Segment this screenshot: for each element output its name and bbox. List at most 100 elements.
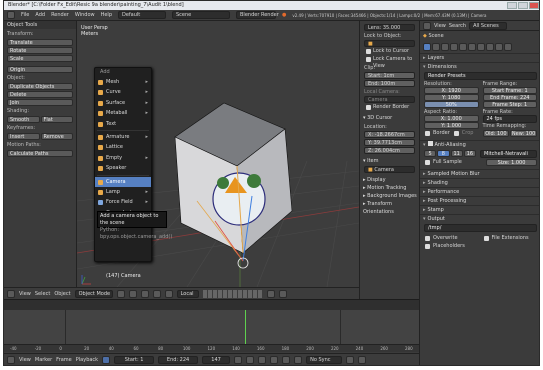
border-checkbox[interactable]: Border	[424, 130, 450, 137]
lock-camera-to-view-checkbox[interactable]: Lock Camera to View	[364, 56, 415, 69]
texture-tab-icon[interactable]	[495, 43, 503, 51]
translate-button[interactable]: Translate	[7, 39, 73, 46]
layers-panel-header[interactable]: ▸ Layers	[420, 53, 539, 62]
overwrite-checkbox[interactable]: Overwrite	[424, 235, 479, 242]
translate-manipulator-icon[interactable]	[152, 289, 161, 298]
remove-keyframe-button[interactable]: Remove	[40, 133, 73, 140]
current-frame-field[interactable]: 147	[202, 356, 231, 364]
performance-panel-header[interactable]: ▸ Performance	[420, 187, 539, 196]
local-camera-field[interactable]: Camera	[364, 96, 415, 103]
menu-select[interactable]: Select	[35, 291, 50, 297]
add-menu-item-lattice[interactable]: Lattice	[95, 142, 151, 152]
object-tab-icon[interactable]	[450, 43, 458, 51]
origin-button[interactable]: Origin	[7, 66, 73, 73]
add-menu-item-text[interactable]: Text	[95, 119, 151, 129]
frame-rate-dropdown[interactable]: 24 fps	[482, 115, 537, 123]
flat-button[interactable]: Flat	[40, 116, 73, 123]
layer-buttons[interactable]	[202, 289, 263, 298]
add-menu-item-empty[interactable]: Empty ▸	[95, 153, 151, 163]
timeline-area[interactable]	[4, 310, 419, 344]
jump-start-icon[interactable]	[234, 356, 243, 364]
output-path-field[interactable]: /tmp/	[424, 224, 537, 232]
add-menu-item-speaker[interactable]: Speaker	[95, 163, 151, 173]
aa-samples-16[interactable]: 16	[463, 150, 476, 157]
add-menu-item-force-field[interactable]: Force Field ▸	[95, 197, 151, 207]
cursor-z-field[interactable]: Z: 26.004cm	[364, 147, 415, 154]
render-tab-icon[interactable]	[423, 43, 431, 51]
smooth-button[interactable]: Smooth	[7, 116, 40, 123]
shading-panel-header[interactable]: ▸ Shading	[420, 178, 539, 187]
menu-add[interactable]: Add	[35, 12, 45, 18]
shading-mode-icon[interactable]	[116, 289, 125, 298]
resolution-y-field[interactable]: Y: 1080	[424, 94, 479, 101]
dimensions-panel-header[interactable]: ▾ Dimensions	[420, 62, 539, 71]
end-frame-field[interactable]: End Frame: 224	[482, 94, 537, 101]
editor-type-icon[interactable]	[7, 11, 15, 19]
material-tab-icon[interactable]	[486, 43, 494, 51]
display-header[interactable]: ▸ Display	[360, 176, 419, 184]
motion-tracking-header[interactable]: ▸ Motion Tracking	[360, 184, 419, 192]
jump-end-icon[interactable]	[294, 356, 303, 364]
3d-cursor-header[interactable]: ▾ 3D Cursor	[360, 114, 419, 122]
join-button[interactable]: Join	[7, 99, 73, 106]
render-engine-selector[interactable]: Blender Render	[236, 11, 279, 19]
add-menu-item-camera[interactable]: Camera	[95, 176, 151, 187]
maximize-button[interactable]	[518, 2, 528, 9]
layout-selector[interactable]: Default	[118, 11, 166, 19]
motion-blur-panel-header[interactable]: ▸ Sampled Motion Blur	[420, 169, 539, 178]
duplicate-objects-button[interactable]: Duplicate Objects	[7, 83, 73, 90]
pivot-point-icon[interactable]	[128, 289, 137, 298]
start-frame-field[interactable]: Start Frame: 1	[482, 87, 537, 94]
frame-step-field[interactable]: Frame Step: 1	[482, 101, 537, 108]
menu-frame[interactable]: Frame	[56, 357, 72, 363]
aa-filter-dropdown[interactable]: Mitchell-Netravali	[480, 150, 537, 158]
lock-to-cursor-checkbox[interactable]: Lock to Cursor	[364, 48, 415, 55]
menu-view[interactable]: View	[19, 357, 31, 363]
aa-size-field[interactable]: Size: 1.000	[486, 159, 537, 166]
lock-object-field[interactable]: ■	[364, 40, 415, 47]
manipulator-icon[interactable]	[140, 289, 149, 298]
add-menu-item-metaball[interactable]: Metaball ▸	[95, 108, 151, 118]
keying-set-icon[interactable]	[358, 356, 367, 364]
output-panel-header[interactable]: ▾ Output	[420, 214, 539, 223]
snap-icon[interactable]	[266, 289, 275, 298]
menu-object[interactable]: Object	[54, 291, 70, 297]
rotate-button[interactable]: Rotate	[7, 47, 73, 54]
item-header[interactable]: ▾ Item	[360, 157, 419, 165]
resolution-x-field[interactable]: X: 1920	[424, 87, 479, 94]
menu-help[interactable]: Help	[101, 12, 112, 18]
background-images-header[interactable]: ▸ Background Images	[360, 192, 419, 200]
minimize-button[interactable]	[507, 2, 517, 9]
menu-view[interactable]: View	[434, 23, 446, 29]
start-frame-field[interactable]: Start: 1	[114, 356, 155, 364]
render-presets-dropdown[interactable]: Render Presets	[424, 72, 537, 80]
scale-button[interactable]: Scale	[7, 55, 73, 62]
world-tab-icon[interactable]	[441, 43, 449, 51]
current-frame-line[interactable]	[244, 310, 246, 344]
clip-end-field[interactable]: End: 100m	[364, 80, 415, 87]
all-scenes-selector[interactable]: All Scenes	[469, 21, 508, 30]
clip-start-field[interactable]: Start: 1cm	[364, 72, 415, 79]
menu-render[interactable]: Render	[51, 12, 69, 18]
add-menu-item-mesh[interactable]: Mesh ▸	[95, 77, 151, 87]
menu-marker[interactable]: Marker	[35, 357, 52, 363]
scene-selector[interactable]: Scene	[172, 11, 230, 19]
time-remap-old-field[interactable]: Old: 100	[482, 130, 510, 137]
3d-viewport[interactable]: User Persp Meters (147) Camera Add Mesh …	[77, 21, 359, 287]
play-reverse-icon[interactable]	[258, 356, 267, 364]
menu-window[interactable]: Window	[75, 12, 95, 18]
physics-tab-icon[interactable]	[504, 43, 512, 51]
close-button[interactable]	[529, 2, 539, 9]
placeholders-checkbox[interactable]: Placeholders	[424, 243, 537, 250]
editor-type-icon[interactable]	[7, 356, 15, 364]
add-menu-item-surface[interactable]: Surface ▸	[95, 98, 151, 108]
aa-samples-8[interactable]: 8	[437, 150, 450, 157]
rotate-manipulator-icon[interactable]	[164, 289, 173, 298]
aa-samples-11[interactable]: 11	[450, 150, 463, 157]
insert-keyframe-button[interactable]: Insert	[7, 133, 40, 140]
constraints-tab-icon[interactable]	[459, 43, 467, 51]
file-extensions-checkbox[interactable]: File Extensions	[483, 235, 538, 242]
orientation-selector[interactable]: Local	[176, 289, 199, 298]
cursor-x-field[interactable]: X: -18.2667cm	[364, 131, 415, 138]
full-sample-checkbox[interactable]: Full Sample	[424, 159, 482, 166]
